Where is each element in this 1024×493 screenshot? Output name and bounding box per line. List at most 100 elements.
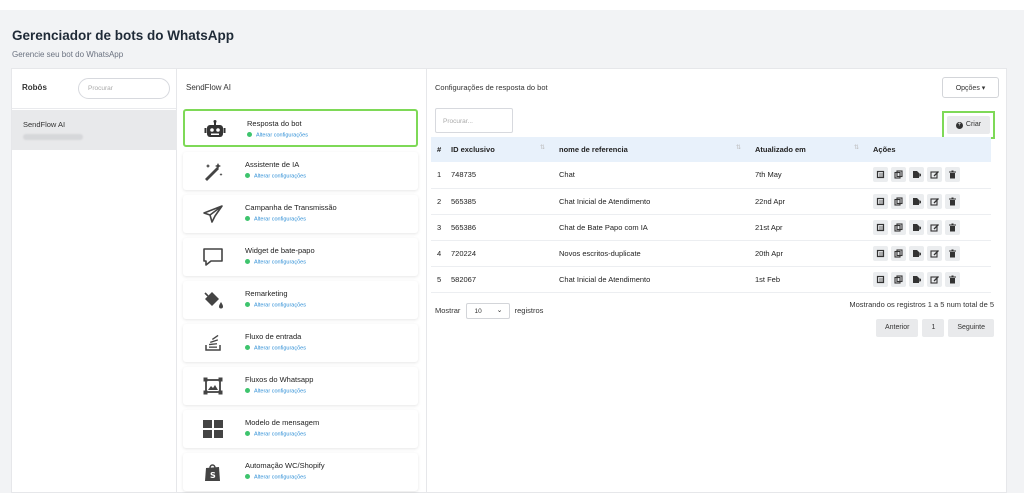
- feature-config-link[interactable]: Alterar configurações: [247, 132, 308, 139]
- top-strip: [0, 0, 1024, 10]
- export-icon[interactable]: [909, 271, 924, 287]
- export-icon[interactable]: [909, 245, 924, 261]
- view-icon[interactable]: [873, 167, 888, 183]
- feature-chat-widget[interactable]: Widget de bate-papo Alterar configuraçõe…: [183, 238, 418, 276]
- col-header-index[interactable]: #: [431, 137, 445, 162]
- feature-inbound-flow[interactable]: Fluxo de entrada Alterar configurações: [183, 324, 418, 362]
- page: Gerenciador de bots do WhatsApp Gerencie…: [0, 0, 1024, 493]
- features-panel: SendFlow AI Resposta do bot Alterar conf…: [177, 68, 427, 493]
- feature-config-link[interactable]: Alterar configurações: [245, 173, 306, 180]
- status-dot: [245, 173, 250, 178]
- export-icon[interactable]: [909, 167, 924, 183]
- view-icon[interactable]: [873, 245, 888, 261]
- row-name: Chat: [553, 162, 749, 189]
- trash-icon[interactable]: [945, 271, 960, 287]
- config-table: # ID exclusivo ⇅ nome de referencia ⇅ Atua…: [431, 137, 991, 293]
- feature-name: Campanha de Transmissão: [245, 203, 337, 212]
- feature-ai-assistant[interactable]: Assistente de IA Alterar configurações: [183, 152, 418, 190]
- copy-icon[interactable]: [891, 193, 906, 209]
- page-size-select[interactable]: 10 ⌄: [465, 303, 510, 319]
- feature-remarketing[interactable]: Remarketing Alterar configurações: [183, 281, 418, 319]
- copy-icon[interactable]: [891, 271, 906, 287]
- feature-broadcast-campaign[interactable]: Campanha de Transmissão Alterar configur…: [183, 195, 418, 233]
- bot-name: SendFlow AI: [23, 120, 66, 129]
- feature-name: Modelo de mensagem: [245, 418, 320, 427]
- status-dot: [245, 388, 250, 393]
- row-updated: 7th May: [749, 162, 867, 189]
- edit-icon[interactable]: [927, 219, 942, 235]
- row-index: 4: [431, 240, 445, 267]
- page-header: Gerenciador de bots do WhatsApp Gerencie…: [12, 28, 234, 59]
- edit-icon[interactable]: [927, 167, 942, 183]
- row-id: 720224: [445, 240, 553, 267]
- feature-config-link[interactable]: Alterar configurações: [245, 431, 306, 438]
- copy-icon[interactable]: [891, 245, 906, 261]
- col-header-updated[interactable]: Atualizado em ⇅: [749, 137, 867, 162]
- config-panel-header: Configurações de resposta do bot Opções …: [427, 69, 1005, 105]
- col-header-id[interactable]: ID exclusivo ⇅: [445, 137, 553, 162]
- edit-icon[interactable]: [927, 245, 942, 261]
- trash-icon[interactable]: [945, 193, 960, 209]
- page-1-button[interactable]: 1: [922, 319, 945, 337]
- features-panel-title: SendFlow AI: [186, 83, 231, 92]
- row-index: 5: [431, 266, 445, 293]
- row-name: Chat Inicial de Atendimento: [553, 266, 749, 293]
- edit-icon[interactable]: [927, 271, 942, 287]
- export-icon[interactable]: [909, 193, 924, 209]
- view-icon[interactable]: [873, 271, 888, 287]
- bot-list-item[interactable]: SendFlow AI: [12, 110, 177, 150]
- feature-name: Resposta do bot: [247, 119, 302, 128]
- bots-search-input[interactable]: Procurar: [78, 78, 170, 99]
- status-dot: [245, 259, 250, 264]
- status-dot: [247, 132, 252, 137]
- feature-wc-shopify-automation[interactable]: S Automação WC/Shopify Alterar configura…: [183, 453, 418, 491]
- caret-down-icon: ▾: [981, 85, 986, 92]
- paint-bucket-icon: [201, 289, 225, 311]
- frame-icon: [201, 375, 225, 397]
- pagination: Anterior 1 Seguinte: [875, 319, 994, 337]
- sort-icon: ⇅: [735, 145, 741, 151]
- bots-panel: Robôs Procurar SendFlow AI: [11, 68, 177, 493]
- copy-icon[interactable]: [891, 167, 906, 183]
- row-actions: [867, 188, 991, 215]
- page-subtitle: Gerencie seu bot do WhatsApp: [12, 50, 124, 59]
- view-icon[interactable]: [873, 219, 888, 235]
- plus-circle-icon: +: [955, 122, 963, 129]
- feature-name: Assistente de IA: [245, 160, 300, 169]
- feature-config-link[interactable]: Alterar configurações: [245, 302, 306, 309]
- prev-page-button[interactable]: Anterior: [875, 319, 919, 337]
- trash-icon[interactable]: [945, 167, 960, 183]
- row-updated: 1st Feb: [749, 266, 867, 293]
- table-info: Mostrando os registros 1 a 5 num total d…: [849, 300, 994, 309]
- row-index: 1: [431, 162, 445, 189]
- options-dropdown-button[interactable]: Opções ▾: [942, 77, 999, 98]
- chat-bubble-icon: [201, 246, 225, 268]
- feature-message-template[interactable]: Modelo de mensagem Alterar configurações: [183, 410, 418, 448]
- feature-config-link[interactable]: Alterar configurações: [245, 345, 306, 352]
- config-search-input[interactable]: Procurar...: [435, 108, 513, 133]
- sort-icon: ⇅: [853, 145, 859, 151]
- feature-config-link[interactable]: Alterar configurações: [245, 216, 306, 223]
- view-icon[interactable]: [873, 193, 888, 209]
- next-page-button[interactable]: Seguinte: [948, 319, 994, 337]
- feature-config-link[interactable]: Alterar configurações: [245, 388, 306, 395]
- status-dot: [245, 345, 250, 350]
- trash-icon[interactable]: [945, 219, 960, 235]
- bots-panel-header: Robôs Procurar: [12, 69, 176, 109]
- copy-icon[interactable]: [891, 219, 906, 235]
- feature-bot-reply[interactable]: Resposta do bot Alterar configurações: [183, 109, 418, 147]
- paper-plane-icon: [201, 203, 225, 225]
- page-size-control: Mostrar 10 ⌄ registros: [435, 303, 543, 319]
- edit-icon[interactable]: [927, 193, 942, 209]
- table-row: 5 582067 Chat Inicial de Atendimento 1st Fe…: [431, 266, 991, 293]
- feature-config-link[interactable]: Alterar configurações: [245, 474, 306, 481]
- row-actions: [867, 162, 991, 189]
- export-icon[interactable]: [909, 219, 924, 235]
- table-row: 4 720224 Novos escritos-duplicate 20th Apr: [431, 240, 991, 267]
- stack-icon: [201, 332, 225, 354]
- trash-icon[interactable]: [945, 245, 960, 261]
- feature-whatsapp-flows[interactable]: Fluxos do Whatsapp Alterar configurações: [183, 367, 418, 405]
- create-button[interactable]: + Criar: [947, 116, 990, 134]
- col-header-name[interactable]: nome de referencia ⇅: [553, 137, 749, 162]
- feature-config-link[interactable]: Alterar configurações: [245, 259, 306, 266]
